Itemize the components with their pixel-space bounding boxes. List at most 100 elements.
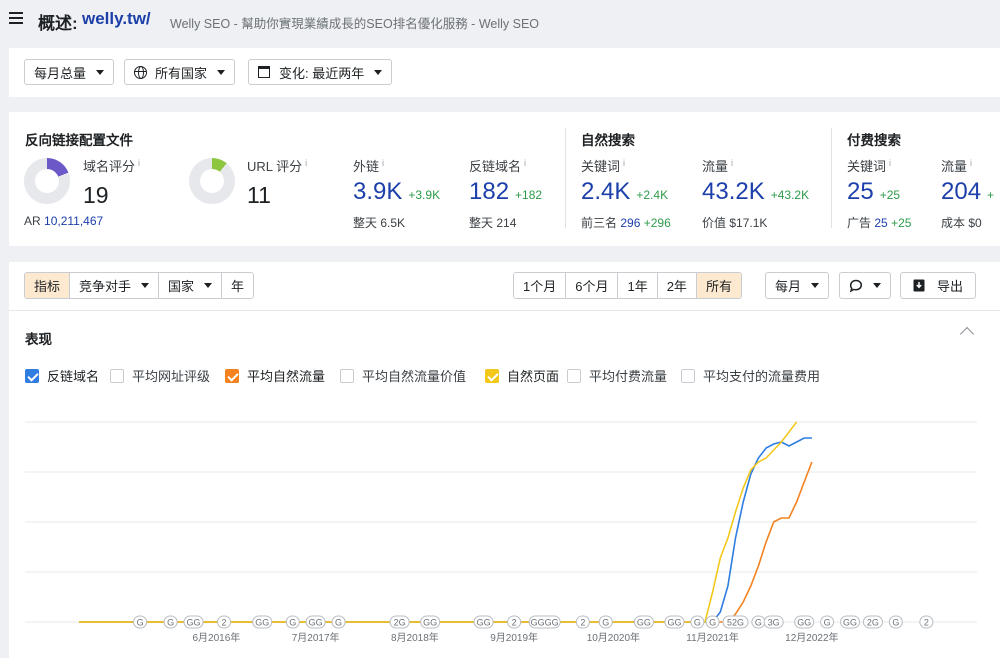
- annotation-marker[interactable]: G: [751, 615, 766, 629]
- page-title-label: 概述:: [38, 14, 78, 33]
- annotation-marker[interactable]: GG: [252, 615, 273, 629]
- info-icon[interactable]: i: [138, 158, 140, 168]
- backlinks-value[interactable]: 3.9K +3.9K: [353, 178, 440, 206]
- range-1m[interactable]: 1个月: [514, 273, 567, 298]
- svg-text:2: 2: [222, 618, 227, 628]
- annotation-marker[interactable]: G: [705, 615, 720, 629]
- svg-text:G: G: [694, 618, 701, 628]
- annotation-marker[interactable]: G: [331, 615, 346, 629]
- range-2y[interactable]: 2年: [657, 273, 697, 298]
- tab-years[interactable]: 年: [222, 273, 254, 298]
- annotation-marker[interactable]: 2: [919, 615, 934, 629]
- organic-keywords-value[interactable]: 2.4K +2.4K: [581, 178, 668, 206]
- chevron-down-icon: [374, 69, 383, 75]
- checkbox-box[interactable]: [485, 368, 499, 383]
- organic-search-title: 自然搜索: [581, 133, 635, 148]
- annotation-marker[interactable]: GG: [183, 615, 204, 629]
- organic-top3: 前三名 296 +296: [581, 216, 671, 230]
- referring-domains-label[interactable]: 反链域名 i: [469, 156, 526, 175]
- annotation-marker[interactable]: GG: [664, 615, 685, 629]
- country-dropdown[interactable]: 所有国家: [124, 59, 236, 85]
- x-tick-label: 7月2017年: [292, 631, 340, 644]
- export-button[interactable]: 导出: [900, 272, 977, 299]
- checkbox-box[interactable]: [340, 368, 354, 383]
- paid-keywords-value[interactable]: 25 +25: [847, 178, 900, 206]
- organic-traffic-label[interactable]: 流量 i: [702, 156, 733, 175]
- info-icon[interactable]: i: [623, 158, 625, 168]
- svg-text:2G: 2G: [867, 618, 879, 628]
- annotation-marker[interactable]: G: [598, 615, 613, 629]
- info-icon[interactable]: i: [889, 158, 891, 168]
- site-description: Welly SEO - 幫助你實現業績成長的SEO排名優化服務 - Welly …: [170, 17, 540, 31]
- checkbox-box[interactable]: [681, 368, 695, 383]
- annotation-marker[interactable]: GG: [305, 615, 326, 629]
- annotation-marker[interactable]: GG: [633, 615, 654, 629]
- annotation-marker[interactable]: 2G: [862, 615, 883, 629]
- annotation-marker[interactable]: G: [820, 615, 835, 629]
- paid-keywords-label[interactable]: 关键词 i: [847, 156, 891, 175]
- annotation-marker[interactable]: G: [285, 615, 300, 629]
- referring-domains-value[interactable]: 182 +182: [469, 178, 542, 206]
- organic-keywords-label[interactable]: 关键词 i: [581, 156, 625, 175]
- info-icon[interactable]: i: [524, 158, 526, 168]
- x-tick-label: 9月2019年: [490, 631, 538, 644]
- info-icon[interactable]: i: [382, 158, 384, 168]
- page-title-domain[interactable]: welly.tw/: [82, 9, 151, 29]
- svg-text:GGGG: GGGG: [531, 618, 559, 628]
- filter-bar: 每月总量 所有国家 变化: 最近两年: [9, 48, 1000, 97]
- collapse-icon[interactable]: [959, 326, 975, 342]
- checkbox-box[interactable]: [567, 368, 581, 383]
- tab-competitors[interactable]: 竞争对手: [70, 273, 160, 298]
- paid-traffic-label[interactable]: 流量 i: [941, 156, 972, 175]
- checkbox-box[interactable]: [225, 368, 239, 383]
- annotation-marker[interactable]: GG: [473, 615, 494, 629]
- annotation-marker[interactable]: G: [888, 615, 903, 629]
- info-icon[interactable]: i: [305, 158, 307, 168]
- paid-traffic-value[interactable]: 204 +: [941, 178, 994, 206]
- checkbox-box[interactable]: [110, 368, 124, 383]
- metric-checkbox[interactable]: 平均支付的流量费用: [681, 366, 820, 385]
- metric-checkbox[interactable]: 自然页面: [485, 366, 559, 385]
- change-dropdown[interactable]: 变化: 最近两年: [248, 59, 393, 85]
- svg-text:G: G: [167, 618, 174, 628]
- annotation-marker[interactable]: 3G: [763, 615, 784, 629]
- svg-text:3G: 3G: [768, 618, 780, 628]
- interval-dropdown[interactable]: 每月: [765, 272, 830, 299]
- annotation-marker[interactable]: G: [690, 615, 705, 629]
- volume-dropdown[interactable]: 每月总量: [24, 59, 115, 85]
- annotation-marker[interactable]: GG: [840, 615, 861, 629]
- tab-countries[interactable]: 国家: [159, 273, 223, 298]
- range-6m[interactable]: 6个月: [566, 273, 619, 298]
- interval-label: 每月: [775, 279, 802, 294]
- backlinks-label[interactable]: 外链 i: [353, 156, 384, 175]
- range-1y[interactable]: 1年: [618, 273, 658, 298]
- metrics-panel: 反向链接配置文件 域名评分 i 19 AR 10,211,467 URL 评分 i …: [9, 112, 1000, 246]
- annotation-marker[interactable]: G: [163, 615, 178, 629]
- annotation-marker[interactable]: 2: [507, 615, 522, 629]
- range-all[interactable]: 所有: [696, 273, 741, 298]
- range-buttons: 1个月 6个月 1年 2年 所有: [513, 272, 742, 299]
- organic-traffic-value[interactable]: 43.2K +43.2K: [702, 178, 809, 206]
- annotation-marker[interactable]: GGGG: [528, 615, 561, 629]
- info-icon[interactable]: i: [970, 158, 972, 168]
- metric-checkbox[interactable]: 反链域名: [25, 366, 99, 385]
- annotation-marker[interactable]: 2: [217, 615, 232, 629]
- annotation-marker[interactable]: G: [133, 615, 148, 629]
- checkbox-box[interactable]: [25, 368, 39, 383]
- metric-checkbox[interactable]: 平均网址评级: [110, 366, 210, 385]
- annotation-marker[interactable]: GG: [794, 615, 815, 629]
- metric-checkbox[interactable]: 平均自然流量价值: [340, 366, 466, 385]
- tab-metrics[interactable]: 指标: [25, 273, 71, 298]
- url-rating-label[interactable]: URL 评分 i: [247, 156, 307, 175]
- annotation-marker[interactable]: 2G: [389, 615, 410, 629]
- info-icon[interactable]: i: [731, 158, 733, 168]
- metric-checkbox[interactable]: 平均付费流量: [567, 366, 667, 385]
- annotation-marker[interactable]: GG: [420, 615, 441, 629]
- annotation-marker[interactable]: 52G: [722, 615, 749, 629]
- annotation-marker[interactable]: 2: [575, 615, 590, 629]
- annotations-dropdown[interactable]: [839, 272, 891, 299]
- metric-checkbox[interactable]: 平均自然流量: [225, 366, 325, 385]
- referring-domains-all-time: 整天 214: [469, 216, 517, 230]
- menu-icon[interactable]: [9, 12, 23, 24]
- domain-rating-label[interactable]: 域名评分 i: [83, 156, 140, 175]
